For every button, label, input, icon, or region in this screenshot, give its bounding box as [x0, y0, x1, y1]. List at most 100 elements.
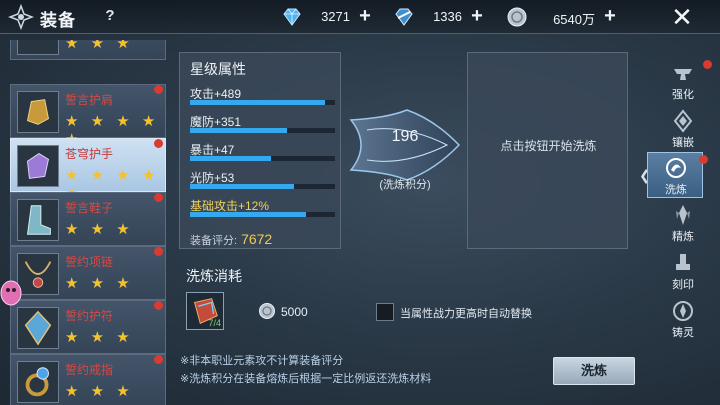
coin-cost: 5000: [281, 305, 308, 319]
top-bar: 装备 ? 3271 + 1336 + 6540万 + ✕: [0, 0, 720, 34]
gauntlet-icon: [17, 145, 59, 187]
equipment-name: 誓言护肩: [65, 93, 114, 107]
notification-dot: [154, 139, 163, 148]
equipment-item-necklace[interactable]: 誓约项链 ★ ★ ★: [10, 246, 166, 300]
crystal-icon: [676, 205, 690, 225]
tab-refinement[interactable]: 精炼: [660, 200, 706, 246]
attribute-row: 基础攻击+12%: [190, 197, 335, 219]
add-silver-button[interactable]: +: [599, 5, 621, 27]
attribute-bar-fill: [190, 128, 288, 133]
score-label: 装备评分:: [190, 235, 238, 247]
equipment-item-gauntlet[interactable]: 苍穹护手 ★ ★ ★ ★ ★: [10, 138, 166, 202]
note-line: ※非本职业元素攻不计算装备评分: [180, 355, 344, 367]
refine-hint: 点击按钮开始洗炼: [500, 139, 597, 153]
attribute-bar: [190, 128, 335, 133]
attribute-bar: [190, 100, 335, 105]
attribute-bar-fill: [190, 212, 306, 217]
attribute-bar-fill: [190, 156, 272, 161]
seal-icon: [676, 254, 690, 270]
star-attributes-panel: 星级属性 攻击+489 魔防+351 暴击+47 光防+53 基础攻击+12% …: [179, 52, 341, 249]
refine-swirl-icon: [666, 158, 686, 178]
attribute-row: 光防+53: [190, 169, 335, 191]
notification-dot: [703, 60, 712, 69]
notification-dot: [154, 85, 163, 94]
refine-button[interactable]: 洗炼: [553, 357, 635, 385]
equipment-item-shoulder[interactable]: 誓言护肩 ★ ★ ★ ★ ★: [10, 84, 166, 148]
equipment-score: 装备评分: 7672: [190, 231, 272, 248]
refine-cost-title: 洗炼消耗: [186, 268, 242, 284]
refine-points-arrow: 196 (洗炼积分): [347, 90, 463, 200]
equipment-list: ★ ★ ★ 誓言护肩 ★ ★ ★ ★ ★ 苍穹护手 ★ ★ ★ ★ ★ 誓言鞋子…: [10, 40, 166, 405]
attribute-row: 暴击+47: [190, 141, 335, 163]
refine-points-value: 196: [391, 128, 419, 145]
tab-soulcast[interactable]: 铸灵: [660, 296, 706, 342]
equipment-name: 苍穹护手: [65, 147, 114, 161]
star-rating: ★ ★ ★: [65, 221, 134, 238]
ring-icon: [17, 361, 59, 403]
attribute-bar: [190, 156, 335, 161]
tab-label: 洗炼: [665, 184, 687, 196]
refine-material-slot[interactable]: 7/4: [186, 292, 224, 330]
notification-dot: [154, 355, 163, 364]
star-attributes-title: 星级属性: [190, 61, 246, 77]
material-count: 7/4: [208, 318, 221, 328]
soul-icon: [673, 301, 693, 321]
refine-result-panel: 点击按钮开始洗炼: [467, 52, 628, 249]
attribute-bar-fill: [190, 184, 295, 189]
pig-mascot-icon: [0, 280, 22, 306]
add-diamond-button[interactable]: +: [354, 5, 376, 27]
silver-value: 6540万: [553, 12, 595, 27]
equipment-name: 誓约项链: [65, 255, 114, 269]
equipment-item[interactable]: ★ ★ ★: [10, 40, 166, 60]
star-rating: ★ ★ ★: [65, 275, 134, 292]
attribute-bar-fill: [190, 100, 325, 105]
equipment-item-amulet[interactable]: 誓约护符 ★ ★ ★: [10, 300, 166, 354]
currency-diamond: 3271 +: [280, 5, 376, 29]
gem-socket-icon: [673, 109, 693, 133]
help-button[interactable]: ?: [100, 6, 120, 26]
anvil-icon: [674, 69, 692, 80]
tab-refine[interactable]: 洗炼: [647, 152, 708, 198]
close-button[interactable]: ✕: [666, 2, 698, 32]
auto-replace-checkbox[interactable]: [376, 303, 394, 321]
refine-points-label: (洗炼积分): [379, 179, 431, 191]
diamond-value: 3271: [321, 9, 350, 24]
tab-enhance[interactable]: 强化: [660, 58, 712, 104]
tab-label: 刻印: [672, 279, 694, 291]
tab-inlay[interactable]: 镶嵌: [660, 106, 706, 152]
star-rating: ★ ★ ★: [65, 40, 134, 52]
equipment-thumb: [17, 40, 59, 55]
note-line: ※洗炼积分在装备熔炼后根据一定比例返还洗炼材料: [180, 373, 432, 385]
equipment-emblem-icon: [8, 4, 34, 30]
tab-label: 强化: [672, 89, 694, 101]
equipment-name: 誓约护符: [65, 309, 114, 323]
equipment-name: 誓言鞋子: [65, 201, 114, 215]
tab-engrave[interactable]: 刻印: [660, 248, 706, 294]
equipment-item-boots[interactable]: 誓言鞋子 ★ ★ ★: [10, 192, 166, 246]
attribute-bar: [190, 212, 335, 217]
auto-replace-label: 当属性战力更高时自动替换: [400, 308, 532, 320]
equipment-name: 誓约戒指: [65, 363, 114, 377]
star-rating: ★ ★ ★: [65, 329, 134, 346]
notification-dot: [154, 193, 163, 202]
silver-coin-icon: [259, 303, 275, 319]
page-title: 装备: [40, 11, 76, 30]
equipment-item-ring[interactable]: 誓约戒指 ★ ★ ★: [10, 354, 166, 405]
tab-label: 铸灵: [672, 327, 694, 339]
boots-icon: [17, 199, 59, 241]
star-rating: ★ ★ ★: [65, 383, 134, 400]
necklace-icon: [17, 253, 59, 295]
currency-silver: 6540万 +: [505, 5, 621, 29]
attribute-row: 攻击+489: [190, 85, 335, 107]
amulet-icon: [17, 307, 59, 349]
currency-bound-diamond: 1336 +: [392, 5, 488, 29]
notification-dot: [154, 247, 163, 256]
attribute-row: 魔防+351: [190, 113, 335, 135]
score-value: 7672: [241, 231, 273, 247]
tab-label: 精炼: [672, 231, 694, 243]
add-bound-diamond-button[interactable]: +: [466, 5, 488, 27]
tab-label: 镶嵌: [672, 137, 694, 149]
notification-dot: [154, 301, 163, 310]
notification-dot: [699, 155, 708, 164]
bound-diamond-value: 1336: [433, 9, 462, 24]
